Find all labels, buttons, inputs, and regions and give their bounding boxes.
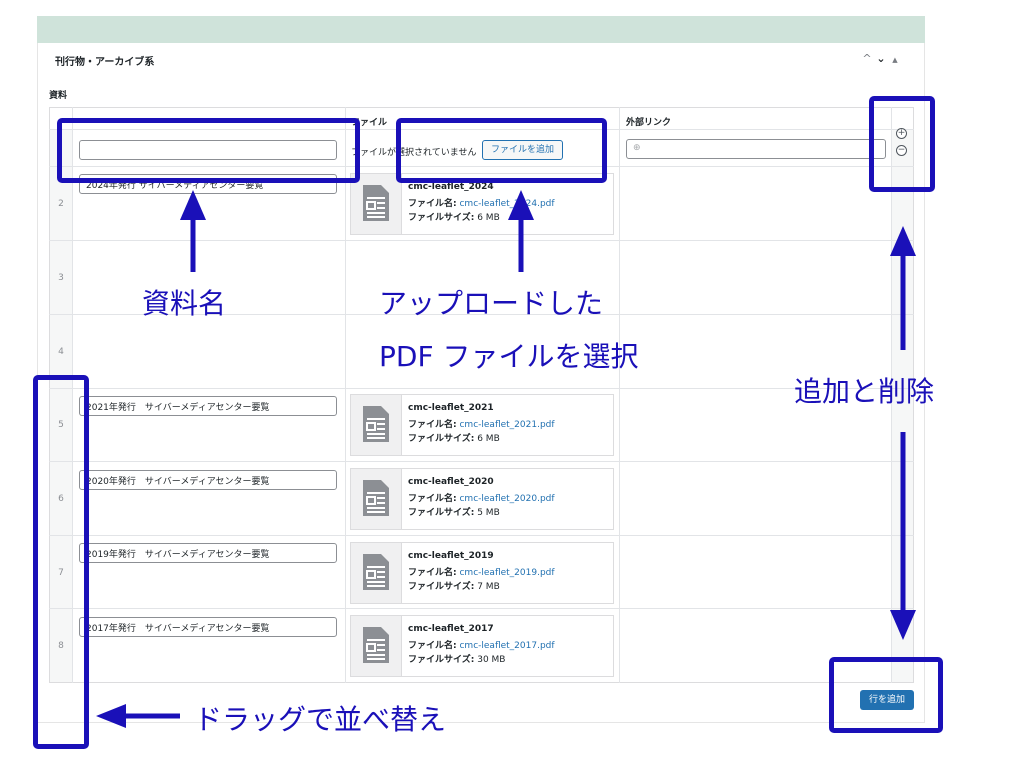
annotation-upload-line1: アップロードした bbox=[379, 287, 604, 320]
annotation-add-delete: 追加と削除 bbox=[794, 375, 935, 408]
annotation-upload-line2: PDF ファイルを選択 bbox=[379, 340, 639, 373]
annotation-drag: ドラッグで並べ替え bbox=[194, 703, 447, 736]
annotation-name: 資料名 bbox=[142, 287, 227, 320]
